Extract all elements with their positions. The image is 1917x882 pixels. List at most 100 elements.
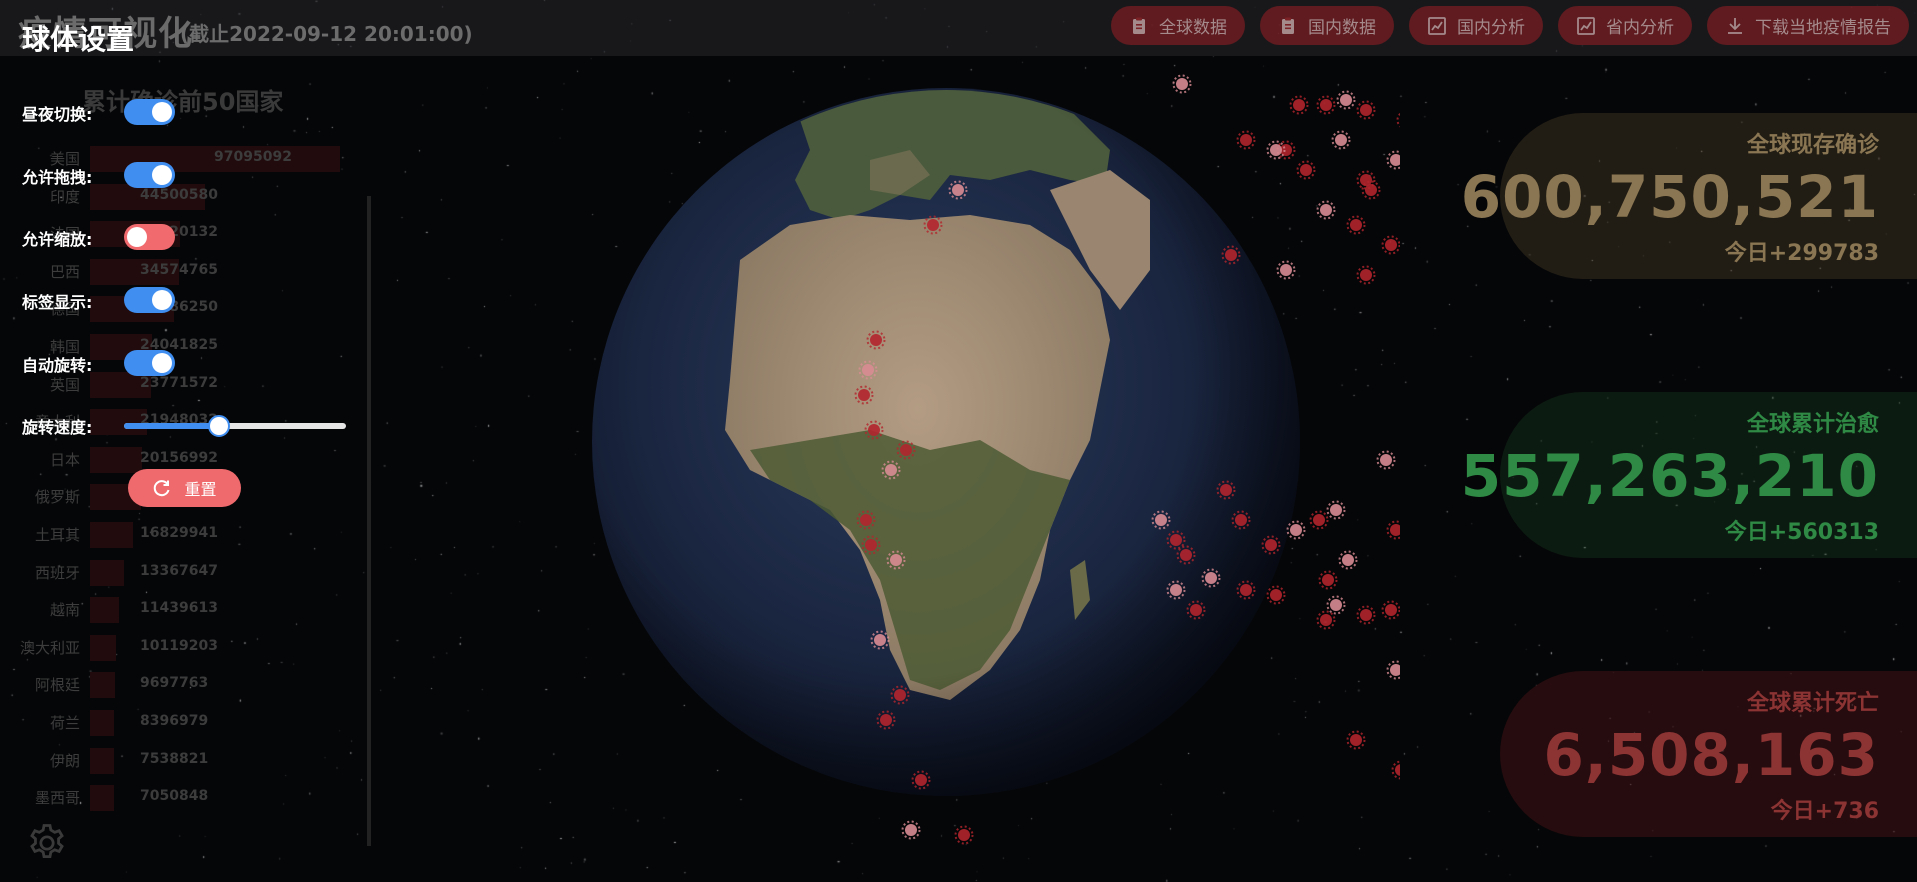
case-marker[interactable] bbox=[1280, 264, 1292, 276]
case-marker[interactable] bbox=[1385, 604, 1397, 616]
case-marker[interactable] bbox=[874, 634, 886, 646]
case-marker[interactable] bbox=[885, 464, 897, 476]
case-marker[interactable] bbox=[1342, 554, 1354, 566]
case-marker[interactable] bbox=[1360, 609, 1372, 621]
case-marker[interactable] bbox=[1240, 584, 1252, 596]
case-marker[interactable] bbox=[1225, 249, 1237, 261]
case-marker[interactable] bbox=[1330, 599, 1342, 611]
toggle-knob bbox=[152, 353, 172, 373]
day-night-toggle[interactable] bbox=[124, 99, 175, 125]
case-marker[interactable] bbox=[1176, 78, 1188, 90]
case-marker[interactable] bbox=[905, 824, 917, 836]
case-marker[interactable] bbox=[1313, 514, 1325, 526]
case-marker[interactable] bbox=[1170, 584, 1182, 596]
recovered-card: 全球累计治愈 557,263,210 今日+560313 bbox=[1461, 392, 1917, 558]
case-marker[interactable] bbox=[1270, 589, 1282, 601]
case-marker[interactable] bbox=[1180, 549, 1192, 561]
download-icon bbox=[1728, 17, 1742, 34]
case-marker[interactable] bbox=[1293, 99, 1305, 111]
case-marker[interactable] bbox=[1170, 534, 1182, 546]
case-marker[interactable] bbox=[1320, 204, 1332, 216]
case-marker[interactable] bbox=[890, 554, 902, 566]
case-marker[interactable] bbox=[880, 714, 892, 726]
case-marker[interactable] bbox=[858, 389, 870, 401]
case-marker[interactable] bbox=[1360, 269, 1372, 281]
rotate-speed-label: 旋转速度: bbox=[22, 418, 93, 437]
clipboard-icon bbox=[1282, 17, 1294, 34]
gear-icon[interactable] bbox=[26, 822, 68, 864]
case-marker[interactable] bbox=[1265, 539, 1277, 551]
case-marker[interactable] bbox=[862, 364, 874, 376]
case-marker[interactable] bbox=[1350, 734, 1362, 746]
rotate-speed-setting: 旋转速度: bbox=[22, 412, 352, 440]
nav-global-data-button[interactable]: 全球数据 bbox=[1111, 6, 1245, 45]
trend-chart-icon bbox=[1428, 16, 1446, 35]
nav-domestic-analysis-button[interactable]: 国内分析 bbox=[1409, 6, 1543, 45]
case-marker[interactable] bbox=[1390, 154, 1400, 166]
deaths-label: 全球累计死亡 bbox=[1746, 691, 1879, 716]
case-marker[interactable] bbox=[1235, 514, 1247, 526]
nav-label: 国内数据 bbox=[1308, 18, 1376, 38]
auto-rotate-label: 自动旋转: bbox=[22, 356, 93, 375]
case-marker[interactable] bbox=[1205, 572, 1217, 584]
case-marker[interactable] bbox=[894, 689, 906, 701]
case-marker[interactable] bbox=[1380, 454, 1392, 466]
labels-label: 标签显示: bbox=[22, 293, 93, 312]
case-marker[interactable] bbox=[927, 219, 939, 231]
case-marker[interactable] bbox=[870, 334, 882, 346]
settings-title: 球体设置 bbox=[22, 23, 135, 56]
case-marker[interactable] bbox=[868, 424, 880, 436]
nav-label: 国内分析 bbox=[1457, 18, 1525, 38]
case-marker[interactable] bbox=[1300, 164, 1312, 176]
case-marker[interactable] bbox=[1360, 104, 1372, 116]
toggle-knob bbox=[152, 290, 172, 310]
case-marker[interactable] bbox=[900, 444, 912, 456]
case-marker[interactable] bbox=[1385, 239, 1397, 251]
case-marker[interactable] bbox=[1220, 484, 1232, 496]
case-marker[interactable] bbox=[1330, 504, 1342, 516]
slider-handle[interactable] bbox=[208, 415, 231, 437]
case-marker-spikes bbox=[1396, 112, 1400, 128]
earth-globe[interactable] bbox=[510, 10, 1400, 882]
labels-toggle[interactable] bbox=[124, 287, 175, 313]
existing-label: 全球现存确诊 bbox=[1746, 133, 1879, 158]
case-marker[interactable] bbox=[1270, 144, 1282, 156]
recovered-today: 今日+560313 bbox=[1724, 520, 1879, 545]
nav-download-report-button[interactable]: 下载当地疫情报告 bbox=[1707, 6, 1909, 45]
case-marker[interactable] bbox=[1320, 99, 1332, 111]
existing-value: 600,750,521 bbox=[1460, 163, 1879, 231]
deaths-value: 6,508,163 bbox=[1543, 721, 1879, 789]
case-marker[interactable] bbox=[1240, 134, 1252, 146]
case-marker[interactable] bbox=[1395, 764, 1400, 776]
nav-province-analysis-button[interactable]: 省内分析 bbox=[1558, 6, 1692, 45]
case-marker[interactable] bbox=[952, 184, 964, 196]
toggle-knob bbox=[127, 227, 147, 247]
nav-domestic-data-button[interactable]: 国内数据 bbox=[1260, 6, 1394, 45]
case-marker[interactable] bbox=[1390, 524, 1400, 536]
case-marker[interactable] bbox=[1340, 94, 1352, 106]
case-marker[interactable] bbox=[1290, 524, 1302, 536]
auto-rotate-toggle[interactable] bbox=[124, 350, 175, 376]
case-marker[interactable] bbox=[1350, 219, 1362, 231]
reset-button[interactable]: 重置 bbox=[128, 469, 241, 507]
refresh-icon bbox=[154, 480, 170, 497]
case-marker[interactable] bbox=[958, 829, 970, 841]
zoom-toggle[interactable] bbox=[124, 224, 175, 250]
case-marker[interactable] bbox=[860, 514, 872, 526]
drag-toggle[interactable] bbox=[124, 162, 175, 188]
case-marker[interactable] bbox=[915, 774, 927, 786]
toggle-knob bbox=[152, 102, 172, 122]
case-marker[interactable] bbox=[865, 539, 877, 551]
case-marker[interactable] bbox=[1335, 134, 1347, 146]
trend-chart-icon bbox=[1577, 16, 1595, 35]
case-marker[interactable] bbox=[1320, 614, 1332, 626]
recovered-label: 全球累计治愈 bbox=[1746, 412, 1879, 437]
rotate-speed-slider[interactable] bbox=[124, 415, 346, 437]
clipboard-icon bbox=[1133, 17, 1145, 34]
case-marker[interactable] bbox=[1390, 664, 1400, 676]
case-marker[interactable] bbox=[1155, 514, 1167, 526]
case-marker[interactable] bbox=[1322, 574, 1334, 586]
nav-label: 下载当地疫情报告 bbox=[1755, 18, 1891, 38]
case-marker[interactable] bbox=[1360, 174, 1372, 186]
case-marker[interactable] bbox=[1190, 604, 1202, 616]
